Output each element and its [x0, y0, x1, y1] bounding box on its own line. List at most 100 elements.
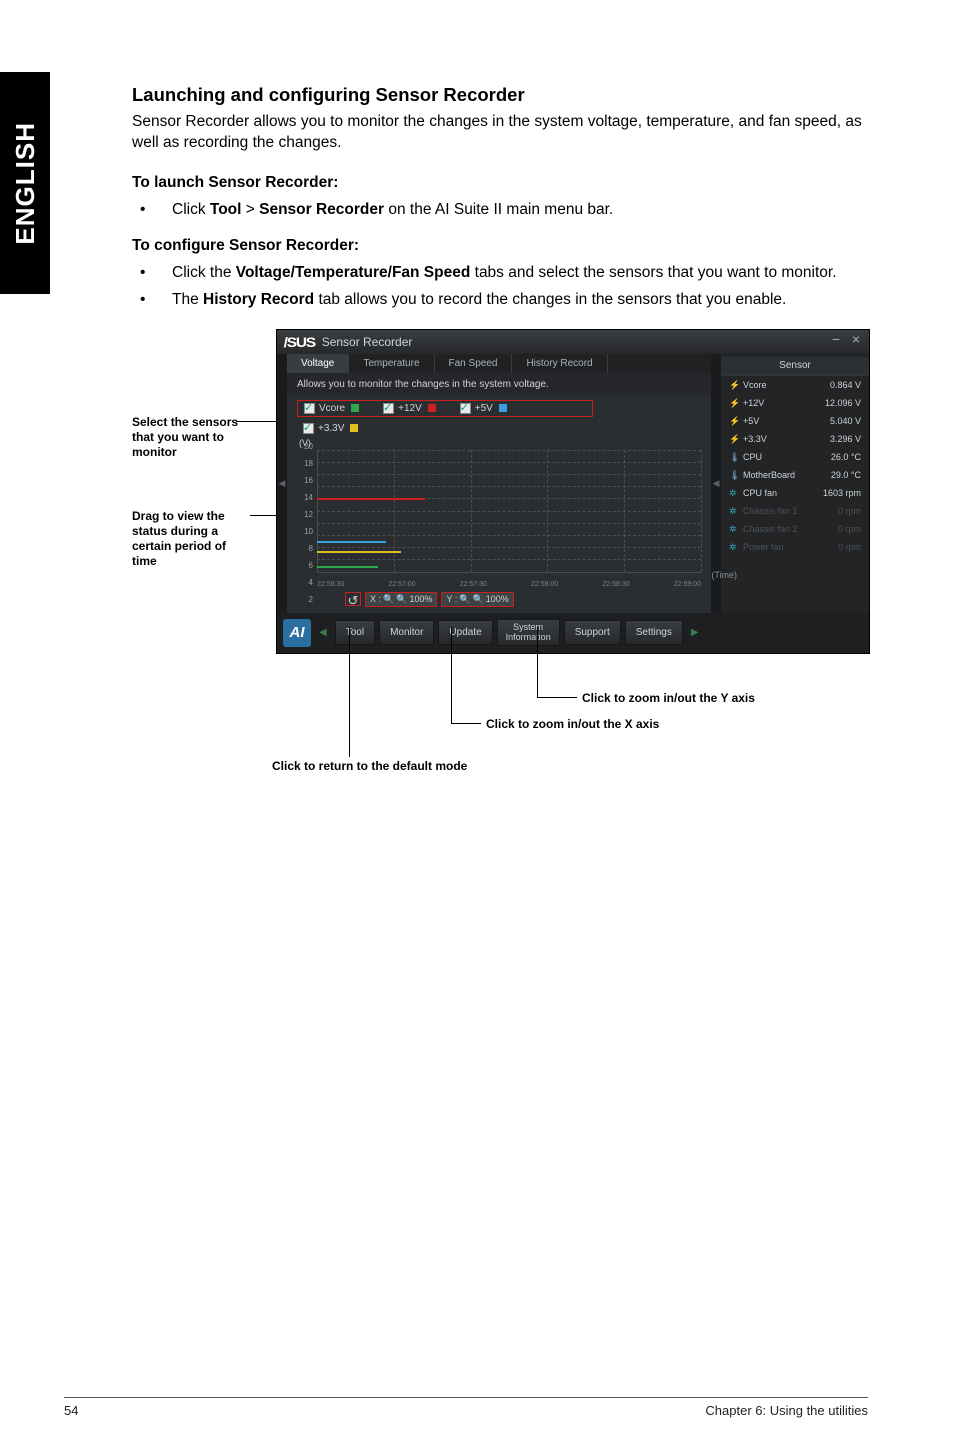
- sensor-name: CPU fan: [743, 488, 777, 498]
- page-footer: 54 Chapter 6: Using the utilities: [64, 1403, 868, 1418]
- settings-button[interactable]: Settings: [625, 620, 683, 645]
- series-12v: [317, 498, 425, 500]
- sensor-name: CPU: [743, 452, 762, 462]
- tab-fan-speed[interactable]: Fan Speed: [435, 354, 513, 373]
- zoom-out-x-icon[interactable]: 🔍: [396, 594, 407, 605]
- configure-heading: To configure Sensor Recorder:: [132, 237, 868, 255]
- update-button[interactable]: Update: [438, 620, 492, 645]
- sensor-row: ✲Chassis fan 20 rpm: [721, 520, 869, 538]
- caption-zoom-y: Click to zoom in/out the Y axis: [582, 691, 755, 706]
- zoom-in-x-icon[interactable]: 🔍: [383, 594, 394, 605]
- txt-bold: History Record: [203, 291, 314, 308]
- config-bullet-1: Click the Voltage/Temperature/Fan Speed …: [132, 263, 868, 284]
- zoom-out-y-icon[interactable]: 🔍: [473, 594, 484, 605]
- sensor-row: ⚡Vcore0.864 V: [721, 376, 869, 394]
- connector: [537, 697, 577, 698]
- therm-icon: 🌡: [729, 452, 739, 462]
- sensor-name: +5V: [743, 416, 759, 426]
- zoom-y-pct: 100%: [486, 594, 509, 604]
- zoom-in-y-icon[interactable]: 🔍: [459, 594, 470, 605]
- support-button[interactable]: Support: [564, 620, 621, 645]
- ai-suite-logo-icon: AI: [283, 619, 311, 647]
- reset-zoom-button[interactable]: ↺: [345, 592, 361, 606]
- sensor-row: ✲CPU fan1603 rpm: [721, 484, 869, 502]
- config-bullet-2: The History Record tab allows you to rec…: [132, 290, 868, 311]
- xtick: 22:57:00: [388, 581, 415, 588]
- tab-history[interactable]: History Record: [512, 354, 607, 373]
- cbx-3v[interactable]: +3.3V: [303, 423, 358, 434]
- txt-bold: Voltage/Temperature/Fan Speed: [236, 264, 471, 281]
- sensor-value: 0 rpm: [838, 524, 861, 534]
- minimize-button[interactable]: −: [829, 333, 843, 347]
- checkbox-icon: [383, 403, 394, 414]
- chevron-left-icon[interactable]: ◀: [315, 627, 331, 638]
- txt-bold: Sensor Recorder: [259, 201, 384, 218]
- close-button[interactable]: ×: [849, 333, 863, 347]
- y-ticks: 20 18 16 14 12 10 8 6 4 2: [295, 442, 315, 578]
- zoom-x-pct: 100%: [409, 594, 432, 604]
- cbx-vcore[interactable]: Vcore: [304, 403, 359, 414]
- sensor-name: +12V: [743, 398, 764, 408]
- caption-zoom-x: Click to zoom in/out the X axis: [486, 717, 659, 732]
- connector: [451, 627, 452, 723]
- sensor-row: ⚡+12V12.096 V: [721, 394, 869, 412]
- zoom-y-label: Y :: [446, 594, 457, 604]
- bolt-icon: ⚡: [729, 416, 739, 426]
- sensor-row: ✲Power fan0 rpm: [721, 538, 869, 556]
- txt: on the AI Suite II main menu bar.: [384, 201, 613, 218]
- fan-icon: ✲: [729, 524, 739, 534]
- tool-button[interactable]: Tool: [335, 620, 375, 645]
- color-swatch: [350, 424, 358, 432]
- sensor-value: 3.296 V: [830, 434, 861, 444]
- fan-icon: ✲: [729, 542, 739, 552]
- scroll-left[interactable]: ◀: [277, 354, 287, 613]
- sensor-name: +3.3V: [743, 434, 767, 444]
- ytick: 2: [295, 595, 315, 612]
- fan-icon: ✲: [729, 488, 739, 498]
- language-tab: ENGLISH: [0, 72, 50, 294]
- sensor-row: ⚡ +5V 5.040 V: [721, 412, 869, 430]
- therm-icon: 🌡: [729, 470, 739, 480]
- bolt-icon: ⚡: [729, 380, 739, 390]
- series-3v: [317, 551, 401, 553]
- chevron-right-icon[interactable]: ▶: [687, 627, 703, 638]
- sensor-value: 5.040 V: [830, 416, 861, 426]
- bolt-icon: ⚡: [729, 398, 739, 408]
- monitor-button[interactable]: Monitor: [379, 620, 434, 645]
- ytick: 18: [295, 459, 315, 476]
- main-pane: Voltage Temperature Fan Speed History Re…: [287, 354, 711, 613]
- cbx-label: Vcore: [319, 403, 345, 414]
- txt: The: [172, 291, 203, 308]
- ytick: 16: [295, 476, 315, 493]
- window-title: Sensor Recorder: [322, 335, 413, 349]
- voltage-chart[interactable]: (V) 20 18 16 14 12 10 8 6 4: [295, 442, 703, 590]
- cbx-5v[interactable]: +5V: [460, 403, 507, 414]
- sensor-checkboxes: Vcore +12V +5V +3.3V: [287, 396, 711, 442]
- sensor-row: 🌡MotherBoard29.0 °C: [721, 466, 869, 484]
- series-vcore: [317, 566, 378, 568]
- connector: [349, 627, 350, 757]
- bolt-icon: ⚡: [729, 434, 739, 444]
- tab-bar: Voltage Temperature Fan Speed History Re…: [287, 354, 711, 373]
- zoom-toolbar: ↺ X : 🔍 🔍 100% Y : 🔍 🔍: [287, 590, 711, 613]
- connector: [451, 723, 481, 724]
- checkbox-icon: [460, 403, 471, 414]
- cbx-label: +3.3V: [318, 423, 344, 434]
- bottom-toolbar: AI ◀ Tool Monitor Update System Informat…: [277, 613, 869, 653]
- sensor-value: 0 rpm: [838, 542, 861, 552]
- checkbox-icon: [304, 403, 315, 414]
- tab-message: Allows you to monitor the changes in the…: [287, 373, 711, 396]
- sensor-value: 0 rpm: [838, 506, 861, 516]
- tab-temperature[interactable]: Temperature: [349, 354, 434, 373]
- xtick: 22:59:00: [674, 581, 701, 588]
- tab-voltage[interactable]: Voltage: [287, 354, 349, 373]
- plot-area: [317, 450, 701, 572]
- sysinfo-button[interactable]: System Information: [497, 619, 560, 646]
- cbx-12v[interactable]: +12V: [383, 403, 436, 414]
- zoom-x-group: X : 🔍 🔍 100%: [365, 592, 437, 607]
- ytick: 8: [295, 544, 315, 561]
- xtick: 22:57:30: [460, 581, 487, 588]
- sensor-value: 26.0 °C: [831, 452, 861, 462]
- language-text: ENGLISH: [10, 122, 41, 245]
- sensor-value: 29.0 °C: [831, 470, 861, 480]
